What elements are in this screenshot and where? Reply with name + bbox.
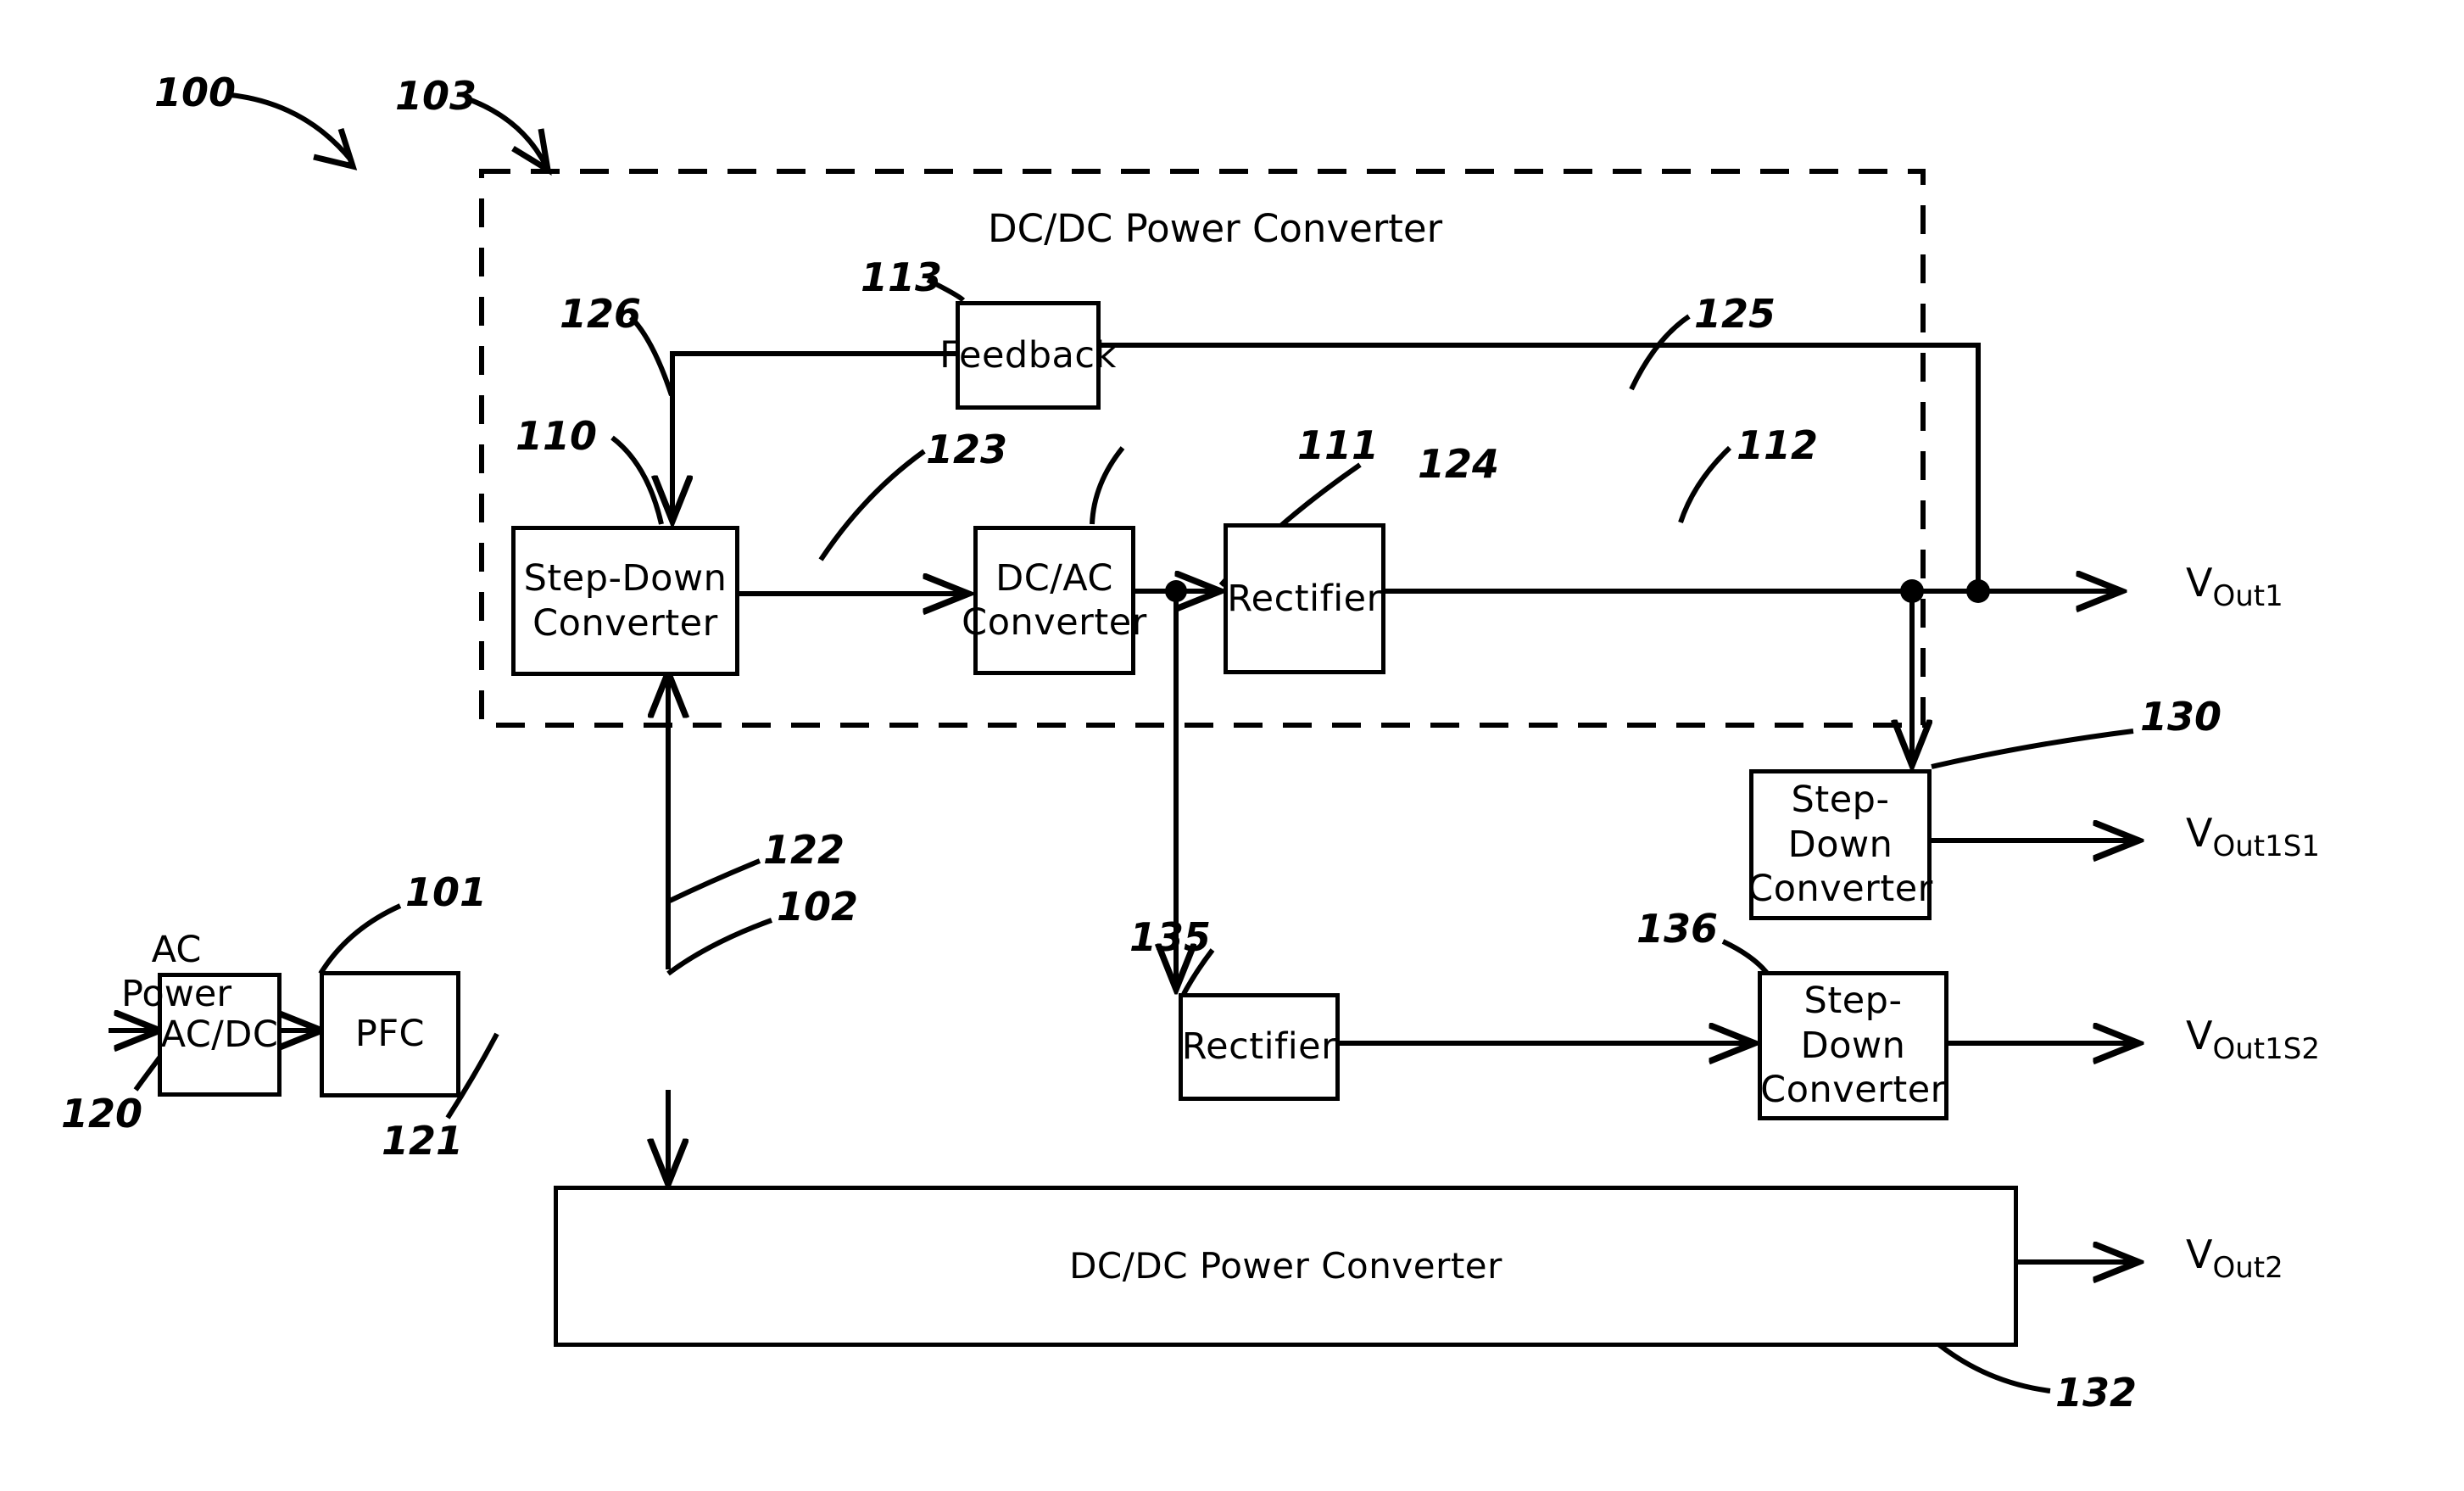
output-label-vout2: VOut2 — [2186, 1231, 2283, 1285]
block-136-line1: Step-Down — [1800, 980, 1906, 1067]
ref-135: 135 — [1129, 914, 1212, 960]
leader-103-head — [511, 128, 552, 176]
block-112-label: Rectifier — [1227, 577, 1382, 620]
leader-110 — [610, 435, 664, 525]
block-pfc-102[interactable]: PFC — [320, 971, 460, 1097]
block-step-down-converter-136[interactable]: Step-Down Converter — [1758, 971, 1948, 1120]
leader-111 — [1090, 446, 1125, 525]
block-111-line2: Converter — [962, 601, 1147, 644]
dashed-module-title: DC/DC Power Converter — [988, 206, 1443, 251]
ac-power-line1: AC — [151, 929, 202, 971]
ref-100: 100 — [154, 70, 237, 115]
junction-dot-vout1-a — [1900, 579, 1924, 603]
junction-dot-124 — [1165, 580, 1187, 602]
block-111-line1: DC/AC — [995, 556, 1113, 600]
block-110-line1: Step-Down — [523, 557, 727, 600]
block-step-down-converter-110[interactable]: Step-Down Converter — [511, 526, 739, 676]
block-feedback-label: Feedback — [939, 333, 1117, 377]
block-102-label: PFC — [354, 1013, 426, 1056]
ref-121: 121 — [382, 1118, 464, 1164]
leader-125 — [1629, 314, 1691, 391]
output-label-vout1s2: VOut1S2 — [2186, 1013, 2320, 1066]
block-feedback[interactable]: Feedback — [939, 301, 1116, 410]
ref-126: 126 — [560, 291, 642, 337]
leader-102 — [666, 918, 773, 976]
ref-113: 113 — [861, 254, 943, 300]
block-101-label: AC/DC — [160, 1013, 279, 1056]
leader-136 — [1721, 939, 1771, 977]
vout1s1-symbol: V — [2186, 810, 2213, 856]
vout1-subscript: Out1 — [2212, 578, 2283, 613]
leader-100-head — [313, 127, 358, 170]
wire-126 — [672, 351, 956, 519]
block-130-line1: Step-Down — [1787, 779, 1893, 866]
block-130-line2: Converter — [1748, 868, 1933, 911]
output-label-vout1s1: VOut1S1 — [2186, 810, 2320, 863]
leader-130 — [1931, 729, 2134, 769]
ref-124: 124 — [1418, 441, 1500, 487]
ref-111: 111 — [1297, 422, 1380, 468]
ref-136: 136 — [1636, 906, 1719, 952]
block-rectifier-135[interactable]: Rectifier — [1179, 993, 1340, 1101]
ref-103: 103 — [395, 73, 477, 119]
ref-123: 123 — [926, 427, 1008, 472]
vout1s1-subscript: Out1S1 — [2212, 829, 2320, 863]
vout2-subscript: Out2 — [2212, 1250, 2283, 1285]
leader-103 — [465, 96, 549, 168]
leader-100 — [230, 92, 354, 163]
leader-112 — [1678, 445, 1732, 523]
ref-125: 125 — [1694, 291, 1776, 337]
junction-dot-vout1-b — [1966, 579, 1990, 603]
ac-power-line2: Power — [120, 972, 231, 1015]
leader-122 — [668, 858, 761, 903]
output-label-vout1: VOut1 — [2186, 560, 2283, 613]
leader-132 — [1932, 1337, 2051, 1393]
vout1-symbol: V — [2186, 560, 2213, 606]
ref-112: 112 — [1737, 422, 1819, 468]
leader-123 — [818, 449, 926, 561]
ref-130: 130 — [2140, 694, 2222, 740]
block-135-label: Rectifier — [1181, 1025, 1337, 1069]
ref-120: 120 — [61, 1091, 143, 1136]
block-dc-dc-power-converter-132[interactable]: DC/DC Power Converter — [554, 1186, 2018, 1347]
ref-101: 101 — [405, 869, 488, 915]
vout1s2-subscript: Out1S2 — [2212, 1031, 2320, 1066]
ref-132: 132 — [2055, 1370, 2138, 1416]
ac-power-label: AC Power — [109, 929, 244, 1016]
vout1s2-symbol: V — [2186, 1013, 2213, 1058]
block-rectifier-112[interactable]: Rectifier — [1224, 523, 1385, 674]
vout2-symbol: V — [2186, 1231, 2213, 1277]
leader-101 — [318, 903, 402, 975]
figure-canvas: Feedback Step-Down Converter DC/AC Conve… — [0, 0, 2464, 1491]
ref-122: 122 — [763, 827, 845, 873]
block-step-down-converter-130[interactable]: Step-Down Converter — [1748, 769, 1933, 920]
block-110-line2: Converter — [532, 601, 718, 645]
leader-arrowheads — [313, 127, 552, 176]
block-132-label: DC/DC Power Converter — [1069, 1245, 1502, 1287]
block-136-line2: Converter — [1760, 1069, 1946, 1112]
ref-102: 102 — [777, 884, 859, 930]
ref-110: 110 — [516, 413, 598, 459]
block-dc-ac-converter-111[interactable]: DC/AC Converter — [962, 526, 1146, 675]
